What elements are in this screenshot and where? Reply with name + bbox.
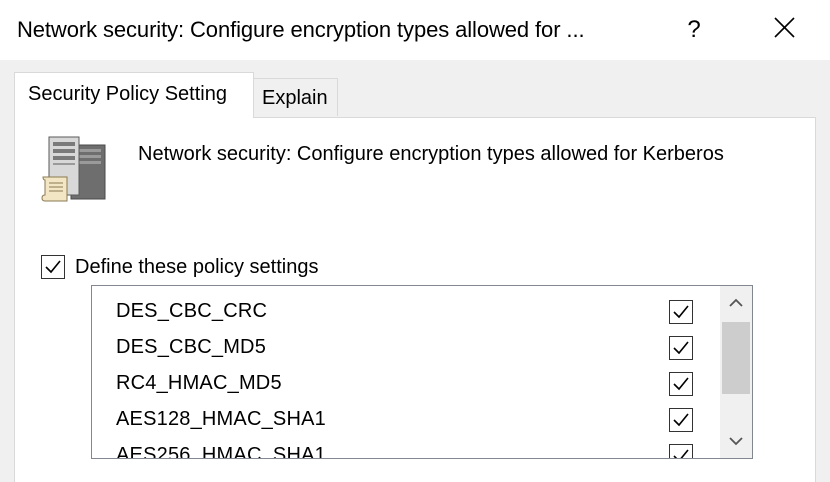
list-item-aes128-hmac-sha1[interactable]: AES128_HMAC_SHA1 <box>92 402 722 438</box>
tab-security-policy-setting[interactable]: Security Policy Setting <box>14 72 254 118</box>
tab-panel: Network security: Configure encryption t… <box>14 117 816 482</box>
list-item-des-cbc-md5[interactable]: DES_CBC_MD5 <box>92 330 722 366</box>
list-item-label: AES128_HMAC_SHA1 <box>116 408 326 430</box>
chevron-up-icon <box>729 298 743 307</box>
checkmark-icon <box>673 341 689 355</box>
close-icon <box>774 17 795 38</box>
des-cbc-crc-checkbox[interactable] <box>669 300 693 324</box>
list-item-des-cbc-crc[interactable]: DES_CBC_CRC <box>92 294 722 330</box>
close-button[interactable] <box>760 8 810 50</box>
list-item-label: RC4_HMAC_MD5 <box>116 372 282 394</box>
checkmark-icon <box>673 377 689 391</box>
define-policy-checkbox[interactable] <box>41 255 65 279</box>
checkmark-icon <box>673 305 689 319</box>
scroll-down-button[interactable] <box>720 424 752 458</box>
encryption-types-items: DES_CBC_CRC DES_CBC_MD5 RC4_HMAC_MD5 AES… <box>92 294 722 459</box>
list-item-label: AES256_HMAC_SHA1 <box>116 444 326 459</box>
list-item-label: DES_CBC_MD5 <box>116 336 267 358</box>
window-title: Network security: Configure encryption t… <box>17 17 585 42</box>
list-item-label: DES_CBC_CRC <box>116 300 268 322</box>
aes128-hmac-sha1-checkbox[interactable] <box>669 408 693 432</box>
policy-name: Network security: Configure encryption t… <box>138 143 724 165</box>
dialog-body: Security Policy Setting Explain Network … <box>0 60 830 482</box>
checkmark-icon <box>673 449 689 458</box>
checkmark-icon <box>45 260 61 274</box>
scroll-thumb[interactable] <box>722 322 750 394</box>
scroll-up-button[interactable] <box>720 286 752 320</box>
title-bar[interactable]: Network security: Configure encryption t… <box>0 0 830 60</box>
define-policy-label: Define these policy settings <box>75 256 319 278</box>
help-button[interactable]: ? <box>672 10 716 50</box>
rc4-hmac-md5-checkbox[interactable] <box>669 372 693 396</box>
policy-server-icon <box>41 136 106 202</box>
encryption-types-list[interactable]: DES_CBC_CRC DES_CBC_MD5 RC4_HMAC_MD5 AES… <box>91 285 753 459</box>
des-cbc-md5-checkbox[interactable] <box>669 336 693 360</box>
list-item-rc4-hmac-md5[interactable]: RC4_HMAC_MD5 <box>92 366 722 402</box>
list-item-aes256-hmac-sha1[interactable]: AES256_HMAC_SHA1 <box>92 438 722 459</box>
chevron-down-icon <box>729 437 743 446</box>
checkmark-icon <box>673 413 689 427</box>
define-policy-checkbox-row[interactable]: Define these policy settings <box>41 253 318 281</box>
aes256-hmac-sha1-checkbox[interactable] <box>669 444 693 458</box>
policy-properties-dialog: Network security: Configure encryption t… <box>0 0 830 482</box>
list-scrollbar[interactable] <box>720 286 752 458</box>
tab-explain[interactable]: Explain <box>254 78 338 116</box>
